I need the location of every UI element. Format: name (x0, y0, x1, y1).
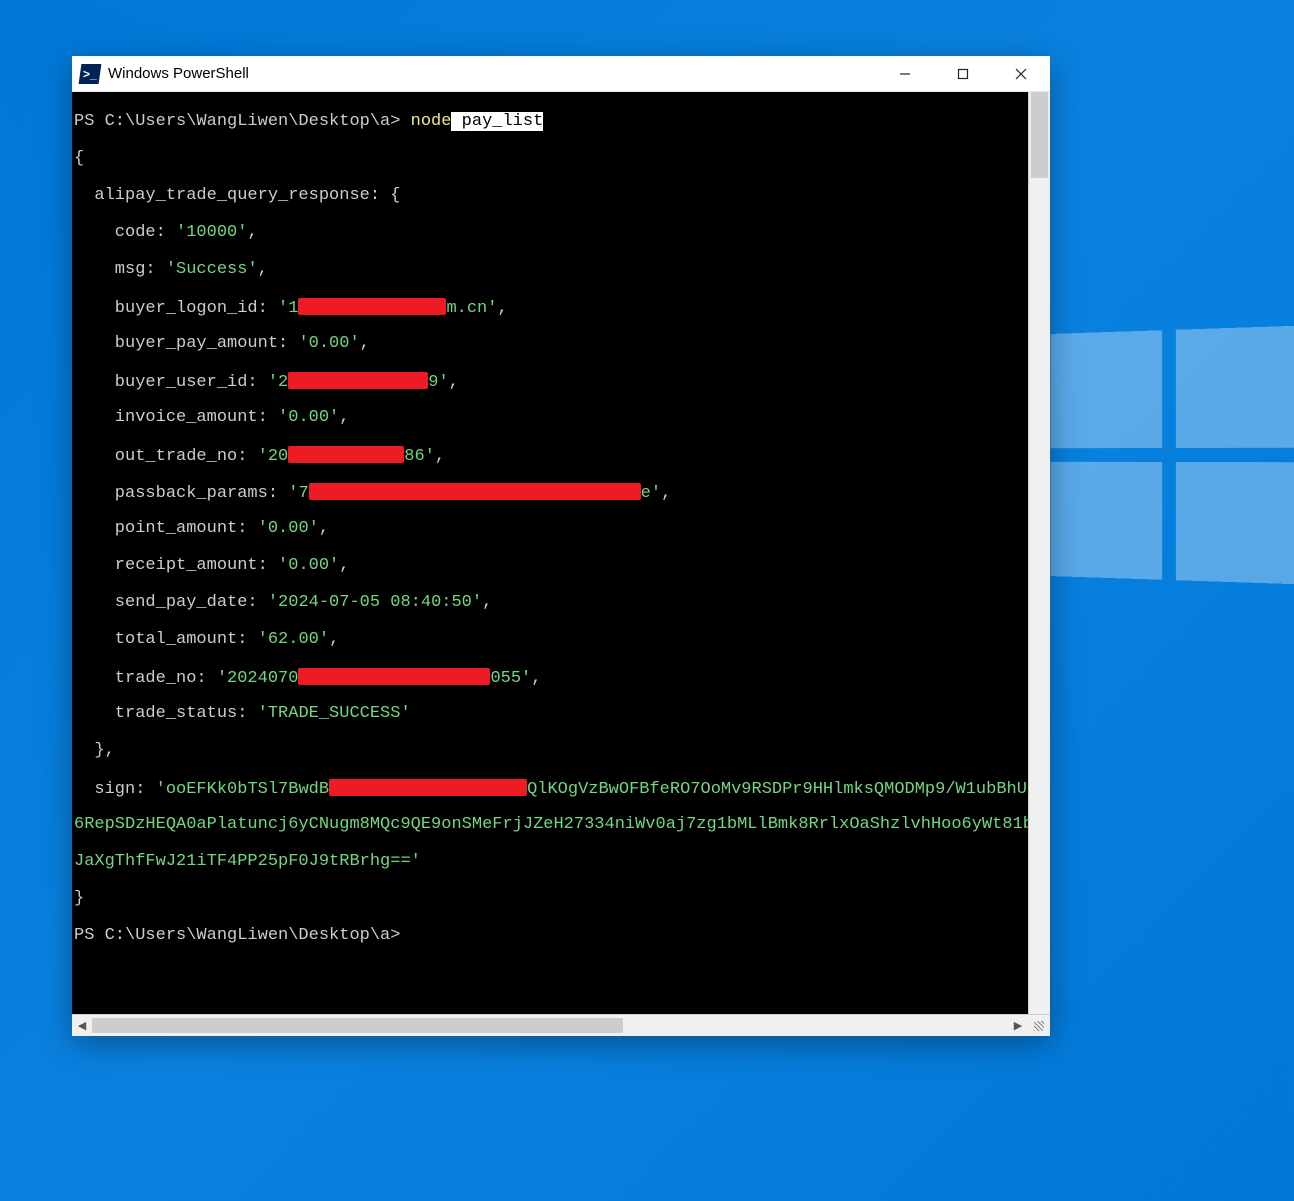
field-value: '10000' (176, 223, 247, 242)
redaction (298, 298, 446, 315)
powershell-icon: >_ (79, 64, 102, 84)
prompt: PS C:\Users\WangLiwen\Desktop\a> (74, 926, 400, 945)
redaction (298, 668, 490, 685)
field-key: trade_no: (74, 669, 207, 688)
maximize-button[interactable] (934, 56, 992, 92)
brace: }, (74, 741, 115, 760)
scroll-right-arrow-icon[interactable]: ▶ (1008, 1015, 1028, 1037)
field-key: trade_status: (74, 704, 247, 723)
field-value: '0.00' (258, 519, 319, 538)
field-key: invoice_amount: (74, 408, 268, 427)
field-value: JaXgThfFwJ21iTF4PP25pF0J9tRBrhg==' (74, 852, 421, 871)
redaction (329, 779, 527, 796)
field-key: buyer_user_id: (74, 373, 258, 392)
field-value: 'Success' (166, 260, 258, 279)
field-key: code: (74, 223, 166, 242)
resize-grip-icon[interactable] (1028, 1015, 1050, 1037)
field-key: sign: (74, 780, 145, 799)
horizontal-scrollbar[interactable]: ◀ ▶ (72, 1014, 1050, 1036)
field-value: m.cn' (446, 299, 497, 318)
window-title: Windows PowerShell (108, 65, 249, 82)
field-key: msg: (74, 260, 156, 279)
field-key: total_amount: (74, 630, 247, 649)
field-key: send_pay_date: (74, 593, 258, 612)
command-keyword: node (411, 112, 452, 131)
close-button[interactable] (992, 56, 1050, 92)
field-value: '2024070 (217, 669, 299, 688)
command-arg-selected: pay_list (451, 112, 543, 131)
terminal-output[interactable]: PS C:\Users\WangLiwen\Desktop\a> node pa… (72, 92, 1028, 1014)
brace: { (74, 149, 84, 168)
field-key: out_trade_no: (74, 447, 247, 466)
field-value: 6RepSDzHEQA0aPlatuncj6yCNugm8MQc9QE9onSM… (74, 815, 1028, 834)
redaction (309, 483, 641, 500)
scrollbar-track[interactable] (92, 1015, 1008, 1036)
field-value: '62.00' (258, 630, 329, 649)
desktop-windows-logo (1051, 326, 1294, 584)
titlebar[interactable]: >_ Windows PowerShell (72, 56, 1050, 92)
field-value: '0.00' (278, 408, 339, 427)
field-value: '20 (258, 447, 289, 466)
minimize-button[interactable] (876, 56, 934, 92)
field-key: point_amount: (74, 519, 247, 538)
field-value: '2 (268, 373, 288, 392)
scroll-left-arrow-icon[interactable]: ◀ (72, 1015, 92, 1037)
field-key: receipt_amount: (74, 556, 268, 575)
field-value: 'ooEFKk0bTSl7BwdB (156, 780, 329, 799)
field-value: '7 (288, 484, 308, 503)
field-key: buyer_logon_id: (74, 299, 268, 318)
redaction (288, 446, 404, 463)
prompt: PS C:\Users\WangLiwen\Desktop\a> (74, 112, 400, 131)
field-key: passback_params: (74, 484, 278, 503)
vertical-scrollbar[interactable] (1028, 92, 1050, 1014)
response-header: alipay_trade_query_response: { (74, 186, 400, 205)
scrollbar-thumb[interactable] (92, 1018, 623, 1033)
field-value: '0.00' (278, 556, 339, 575)
redaction (288, 372, 428, 389)
brace: } (74, 889, 84, 908)
powershell-window: >_ Windows PowerShell PS C:\Users\WangLi… (72, 56, 1050, 1036)
field-value: '2024-07-05 08:40:50' (268, 593, 482, 612)
scrollbar-thumb[interactable] (1031, 92, 1048, 178)
field-key: buyer_pay_amount: (74, 334, 288, 353)
field-value: 'TRADE_SUCCESS' (258, 704, 411, 723)
field-value: '0.00' (298, 334, 359, 353)
